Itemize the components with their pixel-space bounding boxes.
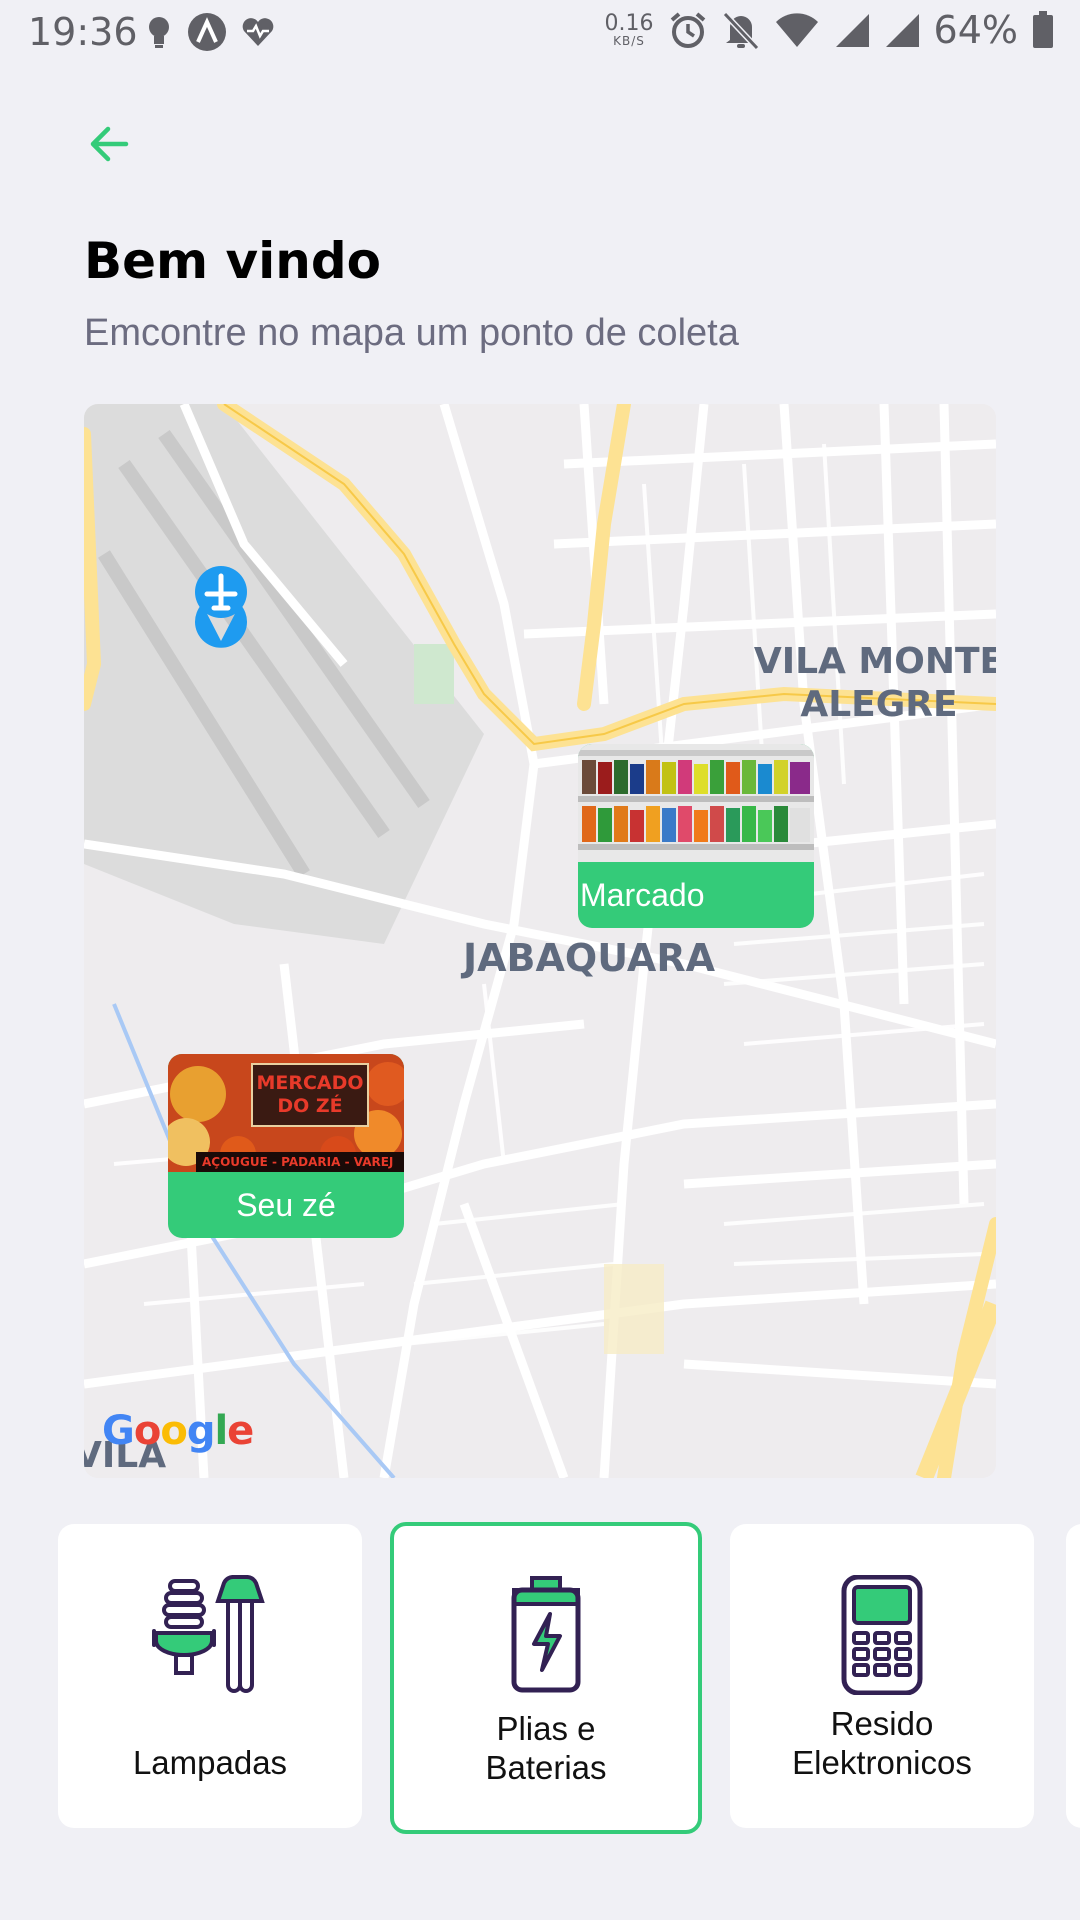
item-label: Resido Elektronicos (792, 1704, 972, 1782)
lamp-icon (152, 1575, 265, 1693)
page-title: Bem vindo (84, 232, 381, 290)
status-time: 19:36 (28, 10, 138, 54)
map-marker-marcado[interactable]: Marcado (578, 744, 814, 928)
status-right: 0.16 KB/S 64% (605, 8, 1054, 52)
store-shelves-image (578, 744, 814, 862)
alarm-icon (670, 12, 705, 48)
signal-icon (885, 14, 919, 47)
status-left-icons (145, 12, 275, 52)
items-list[interactable]: Lampadas Plias e Baterias Resido Elektro… (0, 1520, 1080, 1840)
battery-icon (1033, 11, 1053, 48)
back-arrow-icon[interactable] (84, 118, 136, 170)
signal-icon (835, 14, 869, 47)
marker-label: Marcado (580, 876, 705, 913)
map-marker-seu-ze[interactable]: MERCADO DO ZÉ AÇOUGUE - PADARIA - VAREJ … (168, 1054, 404, 1238)
map-label-vila-monte-alegre: VILA MONTE ALEGRE (753, 641, 996, 726)
map-label-jabaquara: JABAQUARA (463, 936, 715, 980)
item-pilhas-baterias[interactable]: Plias e Baterias (390, 1522, 702, 1834)
app-a-icon (188, 13, 226, 51)
lightbulb-icon (149, 17, 169, 48)
status-bar: 19:36 0.16 KB/S 64% (0, 0, 1080, 62)
electronics-icon (841, 1575, 923, 1695)
item-lampadas[interactable]: Lampadas (58, 1524, 362, 1828)
item-label: Lampadas (132, 1744, 288, 1782)
marker-label: Seu zé (236, 1186, 336, 1223)
mute-icon (722, 11, 759, 50)
battery-percent: 64% (933, 8, 1018, 52)
wifi-icon (775, 13, 818, 47)
store-sign-subtitle: AÇOUGUE - PADARIA - VAREJ (202, 1155, 394, 1169)
page-subtitle: Emcontre no mapa um ponto de coleta (84, 312, 739, 354)
heart-rate-icon (242, 18, 274, 46)
item-label: Plias e Baterias (485, 1709, 607, 1787)
google-attribution: Google (102, 1408, 254, 1454)
store-sign-title: MERCADO DO ZÉ (256, 1072, 364, 1117)
item-residuos-eletronicos[interactable]: Resido Elektronicos (730, 1524, 1034, 1828)
net-speed: 0.16 KB/S (604, 11, 654, 48)
item-next-peek[interactable] (1066, 1524, 1080, 1828)
battery-icon (511, 1576, 581, 1693)
map-view[interactable]: VILA MONTE ALEGRE JABAQUARA VILA SANTA (84, 404, 996, 1478)
